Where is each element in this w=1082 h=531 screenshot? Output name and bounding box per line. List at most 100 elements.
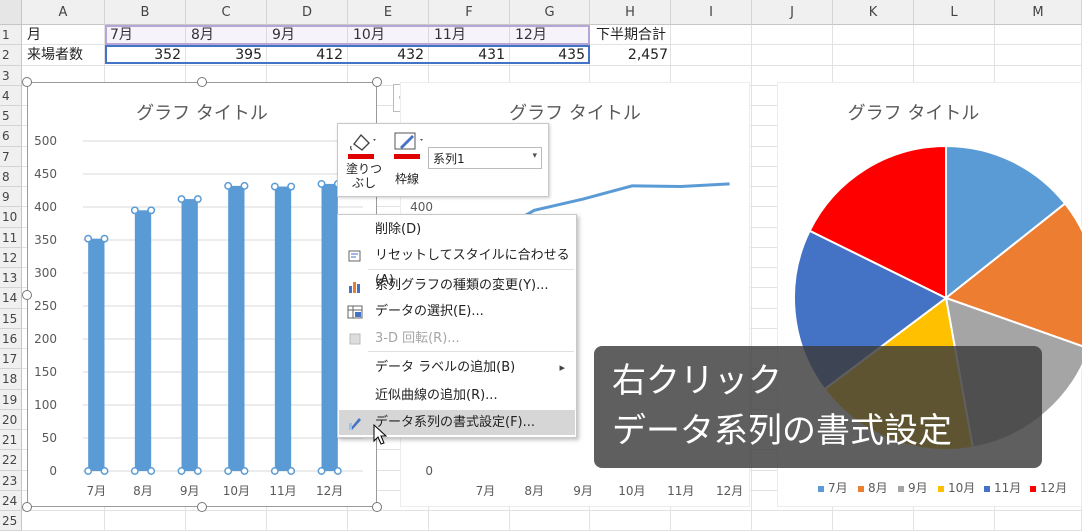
row-header-15[interactable]: 15 — [0, 308, 22, 329]
bar-selection-handle[interactable] — [240, 181, 249, 190]
bar-xtick-label: 10月 — [223, 484, 250, 498]
row-header-6[interactable]: 6 — [0, 126, 22, 147]
bar-selection-handle[interactable] — [287, 467, 296, 475]
row-header-16[interactable]: 16 — [0, 328, 22, 349]
column-header-g[interactable]: G — [510, 0, 590, 25]
bar-selection-handle[interactable] — [177, 195, 186, 204]
select-all-corner[interactable] — [0, 0, 22, 25]
bar-4[interactable] — [274, 186, 292, 471]
bar-plot-area[interactable]: 0 50 100 150 200 250 300 350 400 450 500 7月 8月 9月 10月 1… — [28, 83, 378, 508]
column-header-a[interactable]: A — [22, 0, 105, 25]
bar-selection-handle[interactable] — [177, 467, 186, 475]
row-header-14[interactable]: 14 — [0, 288, 22, 309]
menu-item-3d-rotation: 3-D 回転(R)... — [339, 326, 575, 351]
row-header-22[interactable]: 22 — [0, 450, 22, 471]
fill-button[interactable]: 塗りつ ぶし — [344, 130, 384, 192]
column-header-m[interactable]: M — [995, 0, 1082, 25]
caption-line2: データ系列の書式設定 — [612, 411, 952, 451]
row-header-12[interactable]: 12 — [0, 247, 22, 268]
bar-1[interactable] — [134, 210, 152, 472]
outline-button[interactable]: 枠線 — [388, 130, 426, 192]
row-header-9[interactable]: 9 — [0, 187, 22, 208]
column-header-i[interactable]: I — [671, 0, 752, 25]
bar-selection-handle[interactable] — [270, 182, 279, 191]
row-header-23[interactable]: 23 — [0, 470, 22, 491]
menu-separator — [368, 351, 574, 352]
pie-legend-item[interactable]: 7月 — [818, 479, 848, 496]
row-header-21[interactable]: 21 — [0, 430, 22, 451]
column-header-k[interactable]: K — [833, 0, 914, 25]
column-header-f[interactable]: F — [429, 0, 510, 25]
bar-selection-handle[interactable] — [193, 195, 202, 204]
pie-legend-item[interactable]: 10月 — [938, 479, 975, 496]
bar-selection-handle[interactable] — [317, 179, 326, 188]
menu-item-select-data[interactable]: データの選択(E)... — [339, 299, 575, 324]
row-header-7[interactable]: 7 — [0, 146, 22, 167]
row-header-5[interactable]: 5 — [0, 106, 22, 127]
bar-selection-handle[interactable] — [287, 182, 296, 191]
bar-selection-handle[interactable] — [193, 467, 202, 475]
row-header-25[interactable]: 25 — [0, 511, 22, 531]
row-header-20[interactable]: 20 — [0, 409, 22, 430]
pie-legend-item[interactable]: 8月 — [858, 479, 888, 496]
cell-h1[interactable]: 下半期合計 — [593, 25, 693, 45]
row-header-18[interactable]: 18 — [0, 369, 22, 390]
bar-5[interactable] — [321, 183, 338, 471]
bar-0[interactable] — [88, 238, 105, 471]
bar-selection-handle[interactable] — [147, 467, 156, 475]
series-select[interactable]: 系列1 ▾ — [428, 147, 542, 169]
row-header-3[interactable]: 3 — [0, 65, 22, 86]
cell-h2[interactable]: 2,457 — [593, 45, 671, 65]
bar-selection-handle[interactable] — [130, 467, 139, 475]
bar-selection-handle[interactable] — [224, 181, 233, 190]
row-header-2[interactable]: 2 — [0, 45, 22, 66]
bar-3[interactable] — [228, 185, 245, 471]
chart-resize-handle[interactable] — [22, 502, 32, 512]
menu-item-delete[interactable]: 削除(D) — [339, 217, 575, 242]
bar-2[interactable] — [181, 199, 198, 471]
column-header-j[interactable]: J — [752, 0, 833, 25]
pie-legend-item[interactable]: 12月 — [1030, 479, 1067, 496]
bar-selection-handle[interactable] — [84, 467, 93, 475]
fill-color-swatch — [348, 154, 374, 159]
column-header-b[interactable]: B — [105, 0, 186, 25]
row-header-19[interactable]: 19 — [0, 389, 22, 410]
chart-resize-handle[interactable] — [372, 502, 382, 512]
column-header-l[interactable]: L — [914, 0, 995, 25]
row-header-4[interactable]: 4 — [0, 85, 22, 106]
bar-selection-handle[interactable] — [240, 467, 249, 475]
row-header-24[interactable]: 24 — [0, 490, 22, 511]
row-header-8[interactable]: 8 — [0, 166, 22, 187]
chart-resize-handle[interactable] — [197, 502, 207, 512]
row-header-11[interactable]: 11 — [0, 227, 22, 248]
cell-a1[interactable]: 月 — [24, 25, 104, 45]
row-header-1[interactable]: 1 — [0, 25, 22, 46]
menu-item-reset-style[interactable]: リセットしてスタイルに合わせる(A) — [339, 243, 575, 288]
chart-resize-handle[interactable] — [197, 77, 207, 87]
column-header-d[interactable]: D — [267, 0, 348, 25]
column-header-h[interactable]: H — [590, 0, 671, 25]
row-header-13[interactable]: 13 — [0, 268, 22, 289]
chart-resize-handle[interactable] — [22, 77, 32, 87]
pie-legend-item[interactable]: 11月 — [984, 479, 1021, 496]
column-header-e[interactable]: E — [348, 0, 429, 25]
bar-selection-handle[interactable] — [100, 234, 109, 243]
bar-selection-handle[interactable] — [224, 467, 233, 475]
bar-selection-handle[interactable] — [147, 206, 156, 215]
chart-resize-handle[interactable] — [22, 290, 32, 300]
column-header-c[interactable]: C — [186, 0, 267, 25]
bar-chart[interactable]: グラフ タイトル 0 50 100 150 200 250 300 350 400 450 500 7… — [27, 82, 377, 507]
menu-item-change-chart-type[interactable]: 系列グラフの種類の変更(Y)... — [339, 273, 575, 298]
bar-selection-handle[interactable] — [270, 467, 279, 475]
bar-selection-handle[interactable] — [317, 467, 326, 475]
bar-selection-handle[interactable] — [130, 206, 139, 215]
menu-item-add-data-labels[interactable]: データ ラベルの追加(B) ▸ — [339, 355, 575, 380]
row-header-10[interactable]: 10 — [0, 207, 22, 228]
chart-resize-handle[interactable] — [372, 77, 382, 87]
bar-selection-handle[interactable] — [84, 234, 93, 243]
menu-item-add-trendline[interactable]: 近似曲線の追加(R)... — [339, 383, 575, 408]
bar-selection-handle[interactable] — [100, 467, 109, 475]
pie-legend-item[interactable]: 9月 — [898, 479, 928, 496]
bar-selection-handle[interactable] — [333, 467, 342, 475]
row-header-17[interactable]: 17 — [0, 349, 22, 370]
